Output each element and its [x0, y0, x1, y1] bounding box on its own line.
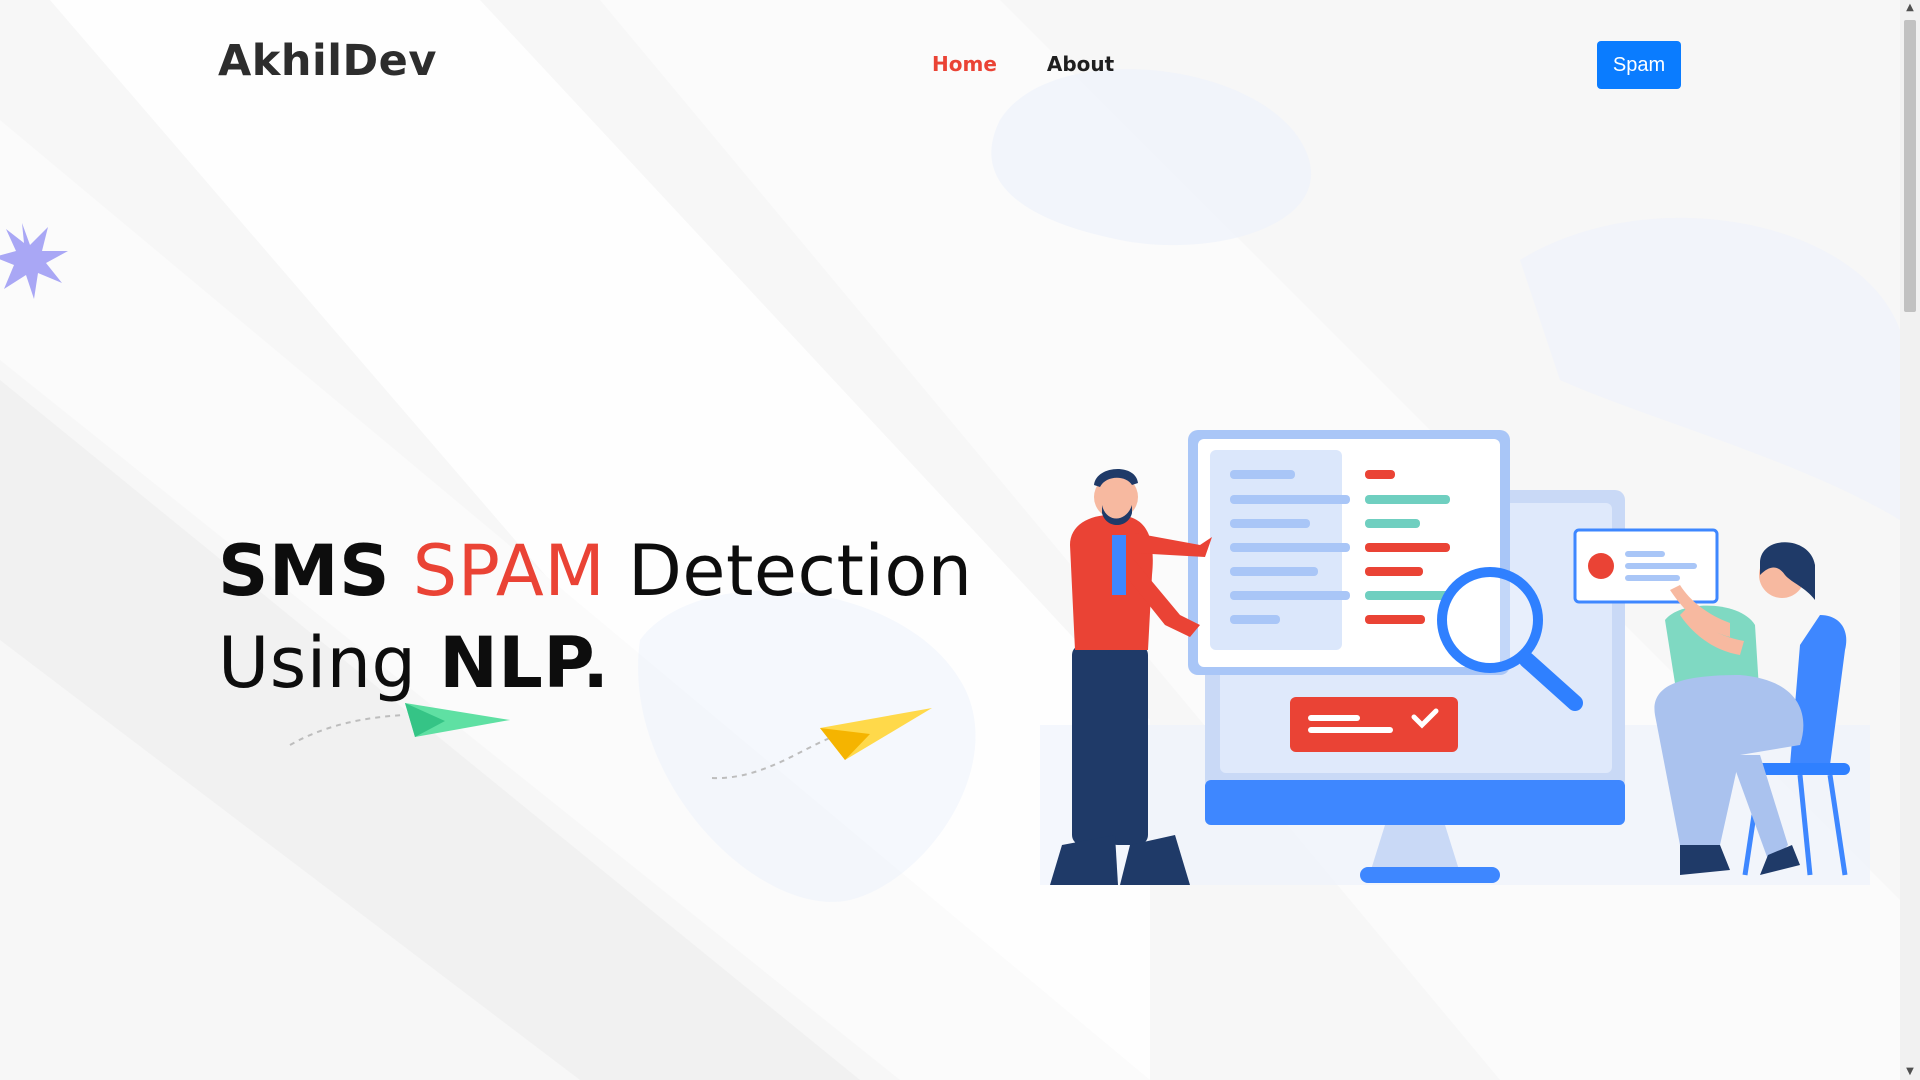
hero-word-spam: SPAM [412, 530, 606, 612]
hero-word-detection: Detection [627, 530, 973, 612]
spam-detection-illustration [1040, 430, 1870, 885]
site-logo[interactable]: AkhilDev [218, 36, 437, 86]
paper-plane-green [289, 703, 510, 746]
hero-word-sms: SMS [218, 530, 390, 612]
starburst-decoration [0, 223, 68, 299]
scroll-down-arrow-icon[interactable]: ▼ [1900, 1064, 1920, 1080]
vertical-scrollbar[interactable]: ▲ ▼ [1900, 0, 1920, 1080]
main-nav: Home About [932, 52, 1114, 76]
scroll-thumb[interactable] [1904, 20, 1916, 312]
page: AkhilDev Home About Spam SMS SPAM Detect… [0, 0, 1920, 1080]
spam-button[interactable]: Spam [1597, 41, 1681, 89]
hero-heading: SMS SPAM Detection Using NLP. [218, 525, 973, 709]
hero-line-1: SMS SPAM Detection [218, 525, 973, 617]
nav-about-link[interactable]: About [1047, 52, 1114, 76]
paper-plane-yellow [711, 708, 932, 780]
hero-word-using: Using [218, 622, 417, 704]
nav-home-link[interactable]: Home [932, 52, 997, 76]
hero-word-nlp: NLP. [439, 622, 610, 704]
scroll-up-arrow-icon[interactable]: ▲ [1900, 0, 1920, 16]
